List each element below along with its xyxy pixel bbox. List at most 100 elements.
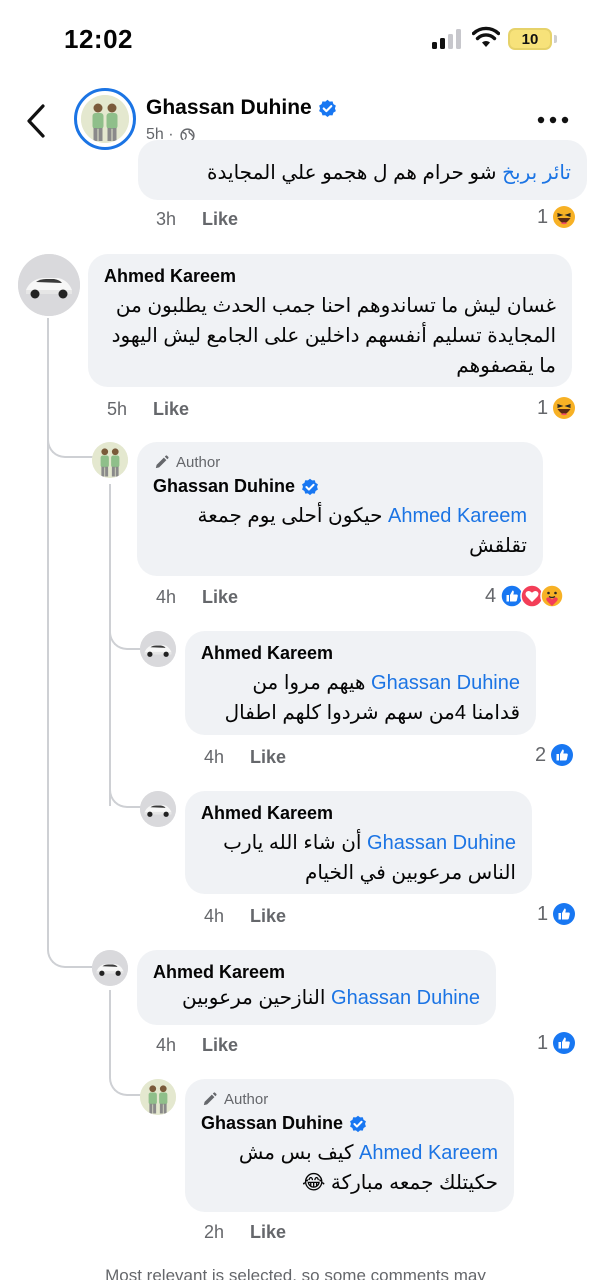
thread-connector [109,612,141,650]
author-avatar[interactable] [92,442,128,478]
comment-time: 5h [107,398,128,419]
like-button[interactable]: Like [153,399,189,420]
comment-author[interactable]: Ghassan Duhine [201,1113,343,1134]
reaction-count: 4 [485,584,497,607]
comment-actions: 4h Like [204,744,286,770]
car-photo-icon [18,254,80,316]
like-reaction-icon [551,744,574,766]
care-reaction-icon [540,584,564,608]
comment-author-row: Ahmed Kareem [153,962,480,983]
comment-text: غسان ليش ما تساندوهم احنا جمب الحدث يطلب… [104,291,556,381]
people-photo-icon [92,442,128,478]
reaction-count: 2 [535,743,547,766]
back-arrow-icon[interactable] [22,102,52,140]
comment-body: النازحين مرعوبين [181,987,326,1009]
battery-nub [554,35,557,43]
comment-actions: 4h Like [204,903,286,929]
verified-badge-icon [350,1115,366,1132]
haha-reaction-icon [553,397,576,419]
reaction-count: 1 [537,396,549,419]
comment-author-row: Ahmed Kareem [104,266,556,287]
like-button[interactable]: Like [202,587,238,608]
like-button[interactable]: Like [202,1035,238,1056]
reaction-count: 1 [537,205,549,228]
commenter-avatar[interactable] [92,950,128,986]
reaction-summary[interactable]: 1 [537,900,576,928]
comment-actions: 4h Like [156,584,238,610]
comment-actions: 2h Like [204,1219,286,1245]
status-time: 12:02 [64,24,133,54]
comment-author[interactable]: Ghassan Duhine [153,476,295,497]
comment-author-row: Ghassan Duhine [153,476,527,497]
commenter-avatar[interactable] [140,791,176,827]
comment-time: 4h [156,1034,177,1055]
comment-mention[interactable]: تائر بربخ [502,162,571,184]
comment-text: Ghassan Duhine أن شاء الله يارب الناس مر… [201,828,516,888]
comment-mention[interactable]: Ghassan Duhine [371,672,520,694]
cellular-signal-icon [432,29,461,49]
verified-badge-icon [302,478,318,495]
thread-connector [47,930,93,968]
thread-connector [109,770,141,808]
like-button[interactable]: Like [250,1222,286,1243]
battery-level: 10 [521,31,539,48]
page-name[interactable]: Ghassan Duhine [146,96,312,120]
comment-author[interactable]: Ahmed Kareem [201,803,333,824]
comment-body: غسان ليش ما تساندوهم احنا جمب الحدث يطلب… [111,295,556,377]
wifi-icon [472,26,500,47]
page-name-row[interactable]: Ghassan Duhine [146,94,337,122]
commenter-avatar[interactable] [18,254,80,316]
comment-time: 4h [156,586,177,607]
car-photo-icon [92,950,128,986]
comment-time: 3h [156,208,177,229]
like-reaction-icon [553,1032,576,1054]
reaction-summary[interactable]: 4 [485,582,564,610]
comment-text: تائر بربخ شو حرام هم ل هجمو علي المجايدة [154,158,571,188]
comment-bubble[interactable]: Author Ghassan Duhine Ahmed Kareem كيف ب… [185,1079,514,1212]
like-button[interactable]: Like [202,209,238,230]
more-options-icon[interactable] [536,115,570,125]
comment-bubble[interactable]: تائر بربخ شو حرام هم ل هجمو علي المجايدة [138,140,587,200]
page-avatar[interactable] [74,88,136,150]
car-photo-icon [140,631,176,667]
reaction-summary[interactable]: 1 [537,203,576,231]
reaction-count: 1 [537,902,549,925]
comment-bubble[interactable]: Author Ghassan Duhine Ahmed Kareem حيكون… [137,442,543,576]
battery-icon: 10 [508,28,552,50]
thread-line [109,990,111,1060]
comment-bubble[interactable]: Ahmed Kareem Ghassan Duhine أن شاء الله … [185,791,532,894]
pencil-icon [203,1092,217,1106]
comment-author[interactable]: Ahmed Kareem [153,962,285,983]
people-photo-icon [140,1079,176,1115]
thread-line [47,318,49,950]
comment-author[interactable]: Ahmed Kareem [104,266,236,287]
commenter-avatar[interactable] [140,631,176,667]
like-reaction-icon [553,903,576,925]
author-label: Author [224,1091,269,1108]
comment-bubble[interactable]: Ahmed Kareem Ghassan Duhine هيهم مروا من… [185,631,536,735]
comment-mention[interactable]: Ahmed Kareem [388,505,527,527]
status-bar: 12:02 10 [0,0,591,80]
comment-actions: 4h Like [156,1032,238,1058]
reaction-count: 1 [537,1031,549,1054]
comment-mention[interactable]: Ghassan Duhine [367,832,516,854]
comment-mention[interactable]: Ghassan Duhine [331,987,480,1009]
comment-body: شو حرام هم ل هجمو علي المجايدة [207,162,497,184]
like-button[interactable]: Like [250,906,286,927]
comment-author-row: Ghassan Duhine [201,1113,498,1134]
comment-actions: 5h Like [107,396,189,422]
reaction-summary[interactable]: 1 [537,1029,576,1057]
comment-text: Ghassan Duhine هيهم مروا من قدامنا 4من س… [201,668,520,728]
comment-mention[interactable]: Ahmed Kareem [359,1142,498,1164]
thread-connector [109,1058,141,1096]
comment-bubble[interactable]: Ahmed Kareem غسان ليش ما تساندوهم احنا ج… [88,254,572,387]
author-avatar[interactable] [140,1079,176,1115]
comment-author[interactable]: Ahmed Kareem [201,643,333,664]
comment-bubble[interactable]: Ahmed Kareem Ghassan Duhine النازحين مرع… [137,950,496,1025]
reaction-summary[interactable]: 2 [535,741,574,769]
comment-actions: 3h Like [156,206,238,232]
like-button[interactable]: Like [250,747,286,768]
author-badge: Author [153,454,527,471]
reaction-summary[interactable]: 1 [537,394,576,422]
comment-text: Ghassan Duhine النازحين مرعوبين [153,983,480,1013]
